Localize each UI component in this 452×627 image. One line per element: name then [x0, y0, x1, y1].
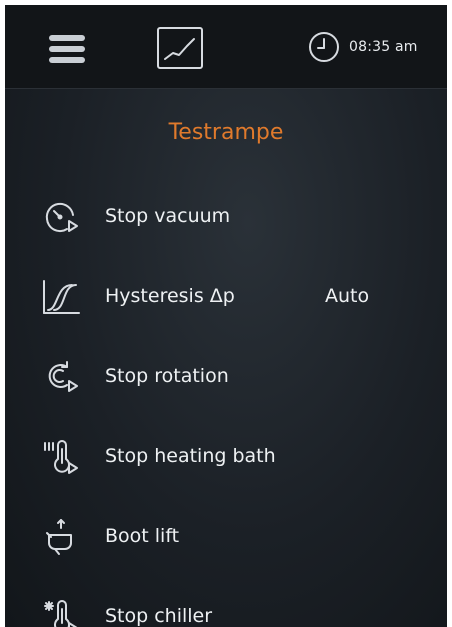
clock-button[interactable]: 08:35 am [307, 29, 418, 65]
menu-item-label: Stop chiller [105, 605, 213, 627]
menu-item-stop-rotation[interactable]: Stop rotation [5, 347, 447, 407]
rotation-icon [48, 361, 78, 392]
menu-item-stop-chiller[interactable]: Stop chiller [5, 587, 447, 627]
chiller-icon [44, 600, 78, 627]
lift-icon [46, 519, 72, 555]
menu-item-boot-lift[interactable]: Boot lift [5, 507, 447, 567]
page-title: Testrampe [168, 120, 284, 145]
clock-time: 08:35 am [349, 39, 418, 55]
menu-item-hysteresis[interactable]: Hysteresis Δp Auto [5, 267, 447, 327]
menu-item-stop-vacuum[interactable]: Stop vacuum [5, 187, 447, 247]
top-bar: 08:35 am [5, 5, 447, 89]
hysteresis-icon [43, 280, 80, 314]
heating-bath-icon [44, 440, 78, 474]
menu-item-label: Stop rotation [105, 365, 229, 387]
menu-item-label: Boot lift [105, 525, 180, 547]
menu-item-stop-heating-bath[interactable]: Stop heating bath [5, 427, 447, 487]
menu-item-label: Hysteresis Δp [105, 285, 235, 307]
app-screen: 08:35 am Testrampe Stop vacuum Hysteresi… [5, 5, 447, 627]
hysteresis-value: Auto [325, 285, 370, 307]
menu-item-label: Stop vacuum [105, 205, 231, 227]
clock-icon [309, 32, 339, 62]
menu-item-label: Stop heating bath [105, 445, 276, 467]
vacuum-icon [45, 202, 78, 232]
hamburger-icon[interactable] [47, 29, 87, 69]
chart-icon[interactable] [156, 25, 204, 71]
